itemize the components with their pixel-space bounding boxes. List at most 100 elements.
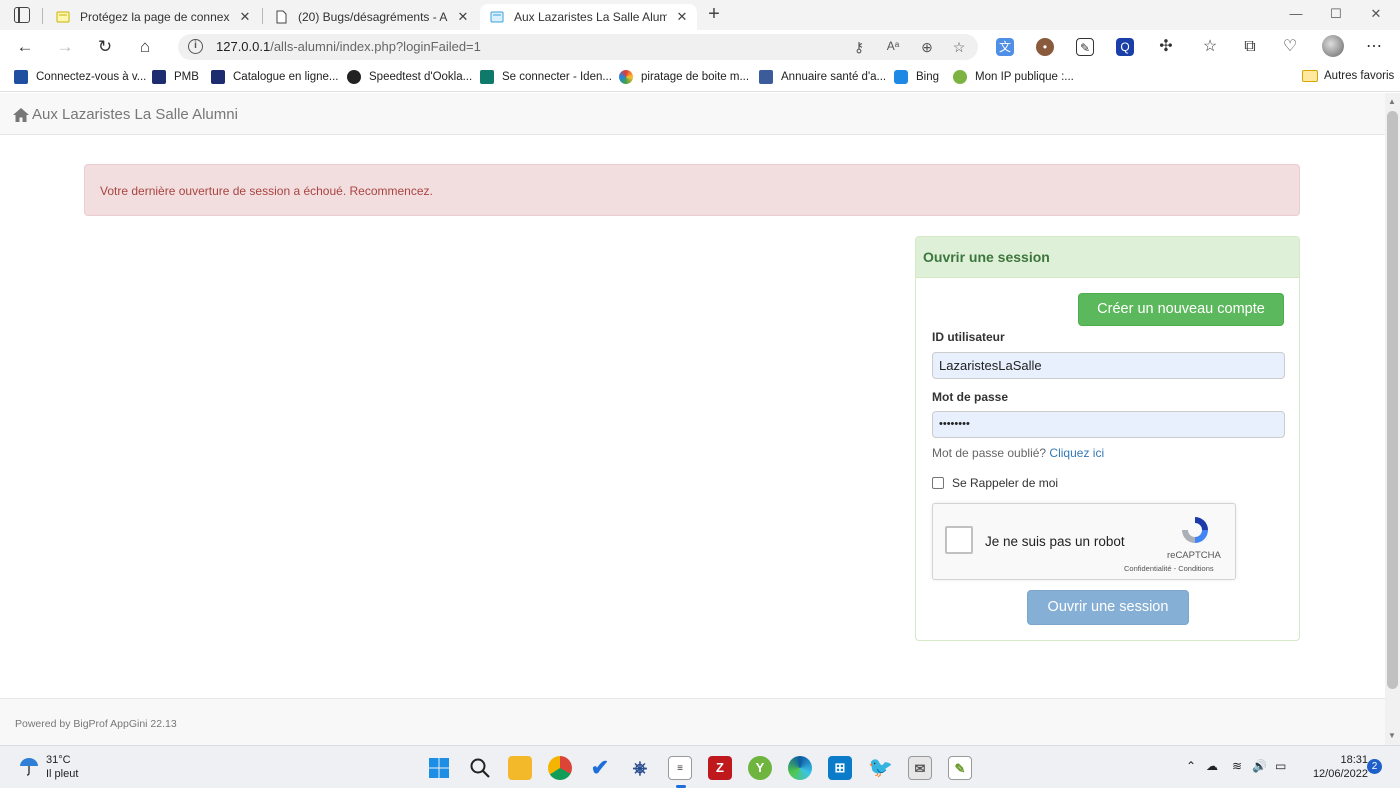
clock-time[interactable]: 18:31 <box>1328 754 1368 766</box>
bookmark-label: Annuaire santé d'a... <box>781 71 887 83</box>
url-text: 127.0.0.1/alls-alumni/index.php?loginFai… <box>216 39 481 54</box>
wifi-icon[interactable]: ≋ <box>1232 759 1242 773</box>
bookmark-item[interactable]: piratage de boite m... <box>619 70 749 84</box>
key-icon[interactable]: ⚷ <box>850 39 868 56</box>
bookmark-label: Se connecter - Iden... <box>502 71 612 83</box>
notepad-icon[interactable]: ≡ <box>668 756 692 780</box>
scroll-down-icon[interactable]: ▼ <box>1388 731 1396 740</box>
close-tab-icon[interactable]: ✕ <box>456 9 470 25</box>
url-host: 127.0.0.1 <box>216 39 271 54</box>
remember-me[interactable]: Se Rappeler de moi <box>932 476 1058 490</box>
identity-icon <box>480 70 494 84</box>
bookmark-label: Bing <box>916 71 940 83</box>
windows-start-icon[interactable] <box>427 756 451 780</box>
location-pin-icon <box>953 70 967 84</box>
speedtest-icon <box>347 70 361 84</box>
mail-icon[interactable]: ✉ <box>908 756 932 780</box>
tab-alumni[interactable]: Aux Lazaristes La Salle Alumni | P ✕ <box>480 4 697 30</box>
notification-badge[interactable]: 2 <box>1367 759 1382 774</box>
maximize-button[interactable]: ☐ <box>1316 6 1356 22</box>
image-editor-icon[interactable]: ✎ <box>948 756 972 780</box>
minimize-button[interactable]: — <box>1276 6 1316 21</box>
reload-icon[interactable]: ↻ <box>94 37 116 57</box>
close-window-button[interactable]: ✕ <box>1356 6 1396 22</box>
close-tab-icon[interactable]: ✕ <box>675 9 689 25</box>
add-favorite-icon[interactable]: ☆ <box>950 39 968 56</box>
file-explorer-icon[interactable] <box>508 756 532 780</box>
edit-extension-icon[interactable]: ✎ <box>1076 38 1094 56</box>
bookmark-item[interactable]: Connectez-vous à v... <box>14 70 146 84</box>
tab-protect-login[interactable]: Protégez la page de connexion d ✕ <box>46 4 260 30</box>
more-icon[interactable]: ⋯ <box>1363 37 1385 57</box>
edge-icon[interactable] <box>788 756 812 780</box>
cookie-icon[interactable]: • <box>1036 38 1054 56</box>
bookmark-item[interactable]: Bing <box>894 70 939 84</box>
forward-icon[interactable]: → <box>54 37 76 57</box>
tab-actions-icon[interactable] <box>14 7 30 23</box>
twitter-icon[interactable]: 🐦 <box>868 756 893 780</box>
login-failed-alert: Votre dernière ouverture de session a éc… <box>84 164 1300 216</box>
tab-bugs[interactable]: (20) Bugs/désagréments - AppGi ✕ <box>264 4 478 30</box>
read-aloud-icon[interactable]: Aᵃ <box>884 39 902 53</box>
close-tab-icon[interactable]: ✕ <box>238 9 252 25</box>
url-input[interactable]: i 127.0.0.1/alls-alumni/index.php?loginF… <box>178 34 978 60</box>
recaptcha-checkbox[interactable] <box>945 526 973 554</box>
password-input[interactable]: •••••••• <box>932 411 1285 438</box>
translate-icon[interactable]: 文 <box>996 38 1014 56</box>
scroll-thumb[interactable] <box>1387 111 1398 689</box>
bookmark-item[interactable]: Annuaire santé d'a... <box>759 70 886 84</box>
network-app-icon[interactable]: ⎈ <box>628 756 652 780</box>
other-favorites[interactable]: Autres favoris <box>1302 70 1394 82</box>
app-brand-link[interactable]: Aux Lazaristes La Salle Alumni <box>12 106 238 123</box>
tab-separator <box>262 8 263 24</box>
bookmark-item[interactable]: Catalogue en ligne... <box>211 70 339 84</box>
rain-umbrella-icon[interactable] <box>18 756 40 776</box>
todo-check-icon[interactable]: ✔ <box>588 756 612 780</box>
filezilla-icon[interactable]: Z <box>708 756 732 780</box>
site-info-icon[interactable]: i <box>188 39 203 54</box>
q-extension-icon[interactable]: Q <box>1116 38 1134 56</box>
profile-avatar[interactable] <box>1322 35 1344 57</box>
weather-temperature[interactable]: 31°C <box>46 754 71 766</box>
scroll-up-icon[interactable]: ▲ <box>1388 97 1396 106</box>
home-icon[interactable]: ⌂ <box>134 37 156 57</box>
username-label: ID utilisateur <box>932 330 1005 344</box>
recaptcha-brand: reCAPTCHA <box>1167 550 1221 561</box>
volume-icon[interactable]: 🔊 <box>1252 759 1267 773</box>
battery-icon[interactable]: ▭ <box>1275 759 1286 773</box>
extensions-icon[interactable]: ✣ <box>1155 37 1177 57</box>
back-icon[interactable]: ← <box>14 37 36 57</box>
login-submit-button[interactable]: Ouvrir une session <box>1027 590 1189 625</box>
weather-description[interactable]: Il pleut <box>46 768 78 780</box>
forgot-password-link[interactable]: Cliquez ici <box>1049 446 1104 460</box>
bookmark-label: Connectez-vous à v... <box>36 71 147 83</box>
bookmark-item[interactable]: Se connecter - Iden... <box>480 70 612 84</box>
favorites-icon[interactable]: ☆ <box>1199 37 1221 57</box>
username-input[interactable]: LazaristesLaSalle <box>932 352 1285 379</box>
remember-me-checkbox[interactable] <box>932 477 944 489</box>
bookmark-item[interactable]: PMB <box>152 70 199 84</box>
store-icon[interactable]: ⊞ <box>828 756 852 780</box>
collections-icon[interactable]: ⧉ <box>1239 37 1261 57</box>
page-scrollbar[interactable]: ▲ ▼ <box>1385 93 1400 745</box>
remember-me-label: Se Rappeler de moi <box>952 476 1059 490</box>
tab-label: (20) Bugs/désagréments - AppGi <box>298 10 448 24</box>
recaptcha-terms[interactable]: Confidentialité - Conditions <box>1124 564 1214 573</box>
chrome-icon[interactable] <box>548 756 572 780</box>
new-tab-button[interactable]: + <box>704 4 724 26</box>
tray-chevron-icon[interactable]: ⌃ <box>1186 759 1196 773</box>
bookmark-item[interactable]: Speedtest d'Ookla... <box>347 70 472 84</box>
create-account-button[interactable]: Créer un nouveau compte <box>1078 293 1284 326</box>
bookmark-item[interactable]: Mon IP publique :... <box>953 70 1074 84</box>
directory-icon <box>759 70 773 84</box>
page-icon <box>276 10 287 24</box>
sticky-note-icon <box>56 11 70 23</box>
onedrive-cloud-icon[interactable]: ☁ <box>1206 759 1218 773</box>
heart-icon[interactable]: ♡ <box>1279 37 1301 57</box>
search-icon[interactable] <box>468 756 492 780</box>
zoom-icon[interactable]: ⊕ <box>918 39 936 56</box>
bookmark-label: Speedtest d'Ookla... <box>369 71 473 83</box>
clock-date[interactable]: 12/06/2022 <box>1303 768 1368 780</box>
home-icon <box>13 107 29 122</box>
greenshot-icon[interactable]: Y <box>748 756 772 780</box>
